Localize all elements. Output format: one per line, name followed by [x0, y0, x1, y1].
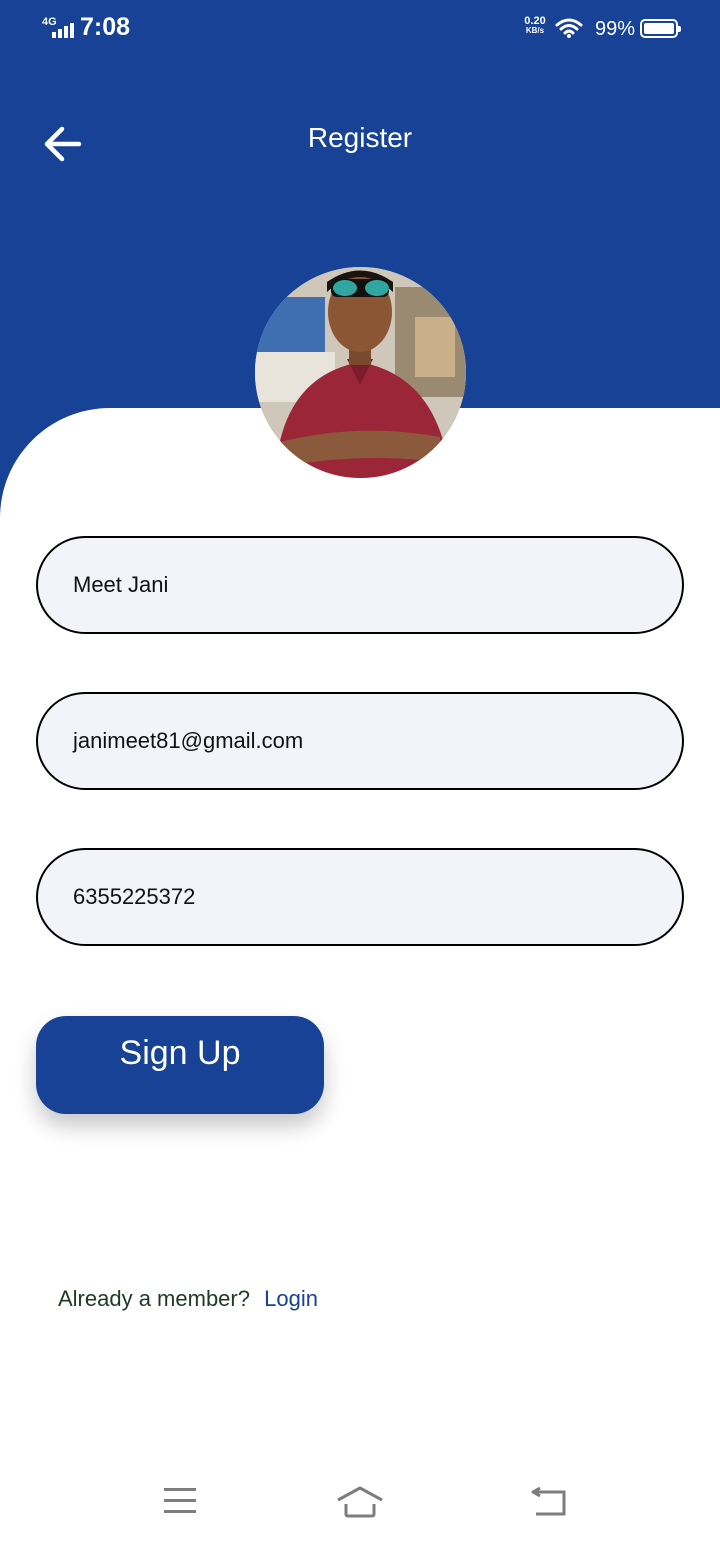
back-icon[interactable]	[528, 1486, 572, 1525]
network-type: 4G	[42, 16, 57, 28]
status-bar: 4G 7:08 0.20 KB/s 99%	[0, 0, 720, 58]
system-nav-bar	[0, 1468, 720, 1544]
profile-avatar[interactable]	[255, 267, 466, 478]
signal-icon: 4G	[42, 16, 76, 38]
page-title: Register	[307, 122, 413, 153]
sign-up-button[interactable]: Sign Up	[36, 1016, 324, 1114]
battery-icon	[640, 19, 681, 38]
wifi-icon	[555, 17, 583, 44]
network-speed: 0.20 KB/s	[520, 16, 550, 36]
email-field[interactable]: janimeet81@gmail.com	[36, 692, 684, 790]
home-icon[interactable]	[334, 1484, 386, 1525]
login-prompt: Already a member?	[58, 1286, 250, 1311]
login-link[interactable]: Login	[264, 1286, 318, 1311]
phone-field[interactable]: 6355225372	[36, 848, 684, 946]
status-time: 7:08	[80, 13, 131, 41]
menu-icon[interactable]	[162, 1486, 200, 1516]
name-field[interactable]: Meet Jani	[36, 536, 684, 634]
login-row: Already a member? Login	[58, 1286, 318, 1312]
speed-unit: KB/s	[525, 26, 545, 35]
battery-percent: 99%	[595, 18, 636, 40]
